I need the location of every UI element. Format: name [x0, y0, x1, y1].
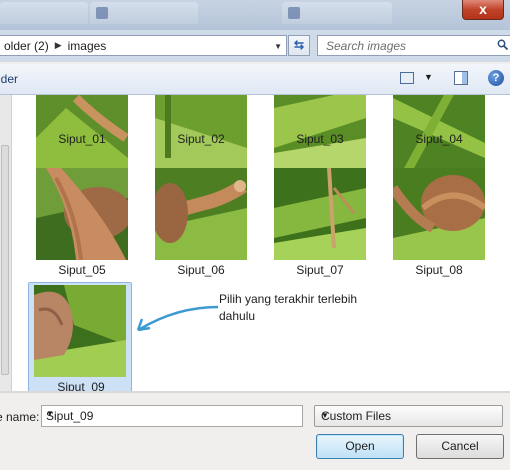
- close-window-button[interactable]: x: [462, 0, 504, 20]
- breadcrumb-item-parent[interactable]: older (2): [1, 39, 52, 53]
- divider: [0, 391, 510, 393]
- chevron-down-icon[interactable]: ▼: [321, 411, 496, 420]
- arrow-icon: [136, 305, 219, 332]
- refresh-button[interactable]: ⇆: [288, 35, 310, 56]
- file-item[interactable]: Siput_05: [30, 165, 134, 283]
- thumbnail-image: [274, 168, 366, 260]
- navigation-scrollbar[interactable]: [0, 95, 12, 391]
- file-name: Siput_05: [58, 263, 106, 277]
- thumbnail-image: [155, 168, 247, 260]
- file-name: Siput_02: [177, 132, 225, 146]
- search-icon[interactable]: [497, 39, 508, 50]
- file-name: Siput_03: [296, 132, 344, 146]
- page-icon: [96, 7, 108, 19]
- file-name: Siput_01: [58, 132, 106, 146]
- file-type-select[interactable]: Custom Files ▼: [314, 405, 503, 427]
- file-name: Siput_08: [415, 263, 463, 277]
- address-row: older (2) ▶ images ▼ ⇆: [0, 30, 510, 62]
- chevron-right-icon[interactable]: ▶: [52, 40, 65, 51]
- breadcrumb-item-images[interactable]: images: [65, 39, 110, 53]
- change-view-icon[interactable]: [400, 72, 414, 84]
- file-item[interactable]: Siput_08: [387, 165, 491, 283]
- title-bar: x: [0, 0, 510, 30]
- breadcrumb[interactable]: older (2) ▶ images ▼: [0, 35, 287, 56]
- scrollbar-thumb[interactable]: [1, 145, 9, 375]
- open-button[interactable]: Open: [316, 434, 404, 459]
- thumbnail-image: [36, 168, 128, 260]
- search-input[interactable]: [324, 38, 488, 54]
- file-item-selected[interactable]: Siput_09: [28, 282, 132, 391]
- background-tab: [282, 2, 392, 24]
- chevron-down-icon[interactable]: ▼: [424, 72, 433, 82]
- help-icon[interactable]: ?: [488, 70, 504, 86]
- file-item[interactable]: Siput_06: [149, 165, 253, 283]
- file-item[interactable]: Siput_07: [268, 165, 372, 283]
- toolbar: lder ▼ ?: [0, 64, 510, 95]
- thumbnail-image: [393, 168, 485, 260]
- preview-pane-icon[interactable]: [454, 71, 468, 85]
- background-tab: [0, 2, 88, 24]
- search-box[interactable]: [317, 35, 510, 56]
- new-folder-button[interactable]: lder: [0, 72, 18, 86]
- thumbnail-image: [34, 285, 126, 377]
- file-name: Siput_04: [415, 132, 463, 146]
- file-name: Siput_09: [57, 380, 105, 391]
- file-name-label: e name:: [0, 410, 40, 424]
- file-name: Siput_07: [296, 263, 344, 277]
- file-name-field[interactable]: Siput_09 ▼: [41, 405, 303, 427]
- annotation-text: Pilih yang terakhir terlebih dahulu: [219, 292, 358, 323]
- page-icon: [288, 7, 300, 19]
- refresh-icon: ⇆: [293, 38, 305, 52]
- chevron-down-icon[interactable]: ▼: [46, 409, 296, 418]
- background-tab: [90, 2, 198, 24]
- cancel-button[interactable]: Cancel: [416, 434, 504, 459]
- file-name: Siput_06: [177, 263, 225, 277]
- chevron-down-icon[interactable]: ▼: [274, 42, 282, 51]
- file-grid: Siput_01 Siput_02 Siput_03 Siput_04 Sipu…: [12, 95, 510, 391]
